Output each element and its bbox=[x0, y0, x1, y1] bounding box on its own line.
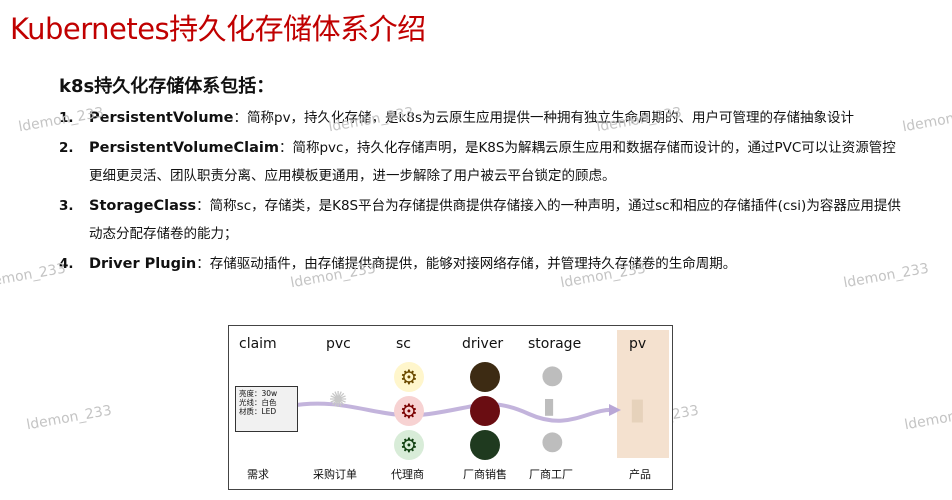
footer-label: 代理商 bbox=[391, 468, 424, 481]
item-description: ：简称sc，存储类，是K8S平台为存储提供商提供存储接入的一种声明，通过sc和相… bbox=[89, 198, 901, 242]
basket-icon bbox=[470, 362, 500, 392]
item-number: 1. bbox=[59, 110, 74, 126]
gear-icon: ⚙ bbox=[394, 430, 424, 460]
item-term: StorageClass bbox=[89, 198, 197, 214]
footer-label: 厂商销售 bbox=[463, 468, 507, 481]
header-pv: pv bbox=[629, 336, 647, 352]
list-item: 3. StorageClass：简称sc，存储类，是K8S平台为存储提供商提供存… bbox=[59, 192, 909, 248]
header-claim: claim bbox=[239, 336, 277, 352]
header-driver: driver bbox=[462, 336, 504, 352]
note-line: 亮度：30w bbox=[239, 389, 278, 398]
item-description: ：简称pv，持久化存储，是k8s为云原生应用提供一种拥有独立生命周期的、用户可管… bbox=[233, 110, 855, 126]
item-term: PersistentVolumeClaim bbox=[89, 140, 279, 156]
watermark: ldemon_233 bbox=[0, 260, 67, 292]
footer-label: 厂商工厂 bbox=[529, 468, 573, 481]
gear-icon: ⚙ bbox=[394, 362, 424, 392]
list-item: 1. PersistentVolume：简称pv，持久化存储，是k8s为云原生应… bbox=[59, 104, 909, 132]
item-term: PersistentVolume bbox=[89, 110, 234, 126]
header-pvc: pvc bbox=[326, 336, 351, 352]
section-heading: k8s持久化存储体系包括： bbox=[59, 76, 275, 97]
basket-icon bbox=[470, 396, 500, 426]
list-item: 4. Driver Plugin：存储驱动插件，由存储提供商提供，能够对接网络存… bbox=[59, 250, 909, 278]
light-bulb-icon: ● bbox=[541, 360, 564, 390]
header-sc: sc bbox=[396, 336, 411, 352]
light-bulb-icon: ▮ bbox=[543, 394, 556, 419]
basket-icon bbox=[470, 430, 500, 460]
header-storage: storage bbox=[528, 336, 582, 352]
footer-label: 需求 bbox=[247, 468, 269, 481]
note-line: 材质：LED bbox=[239, 407, 277, 416]
item-number: 2. bbox=[59, 140, 74, 156]
list-item: 2. PersistentVolumeClaim：简称pvc，持久化存储声明，是… bbox=[59, 134, 909, 190]
item-term: Driver Plugin bbox=[89, 256, 197, 272]
component-list: 1. PersistentVolume：简称pv，持久化存储，是k8s为云原生应… bbox=[59, 104, 909, 280]
item-number: 3. bbox=[59, 198, 74, 214]
footer-label: 采购订单 bbox=[313, 468, 357, 481]
storage-flow-diagram: claim pvc sc driver storage pv 亮度：30w 光线… bbox=[228, 325, 673, 490]
requirement-note: 亮度：30w 光线：白色 材质：LED bbox=[235, 386, 298, 432]
watermark: ldemon_233 bbox=[903, 402, 952, 434]
note-line: 光线：白色 bbox=[239, 398, 277, 407]
page-title: Kubernetes持久化存储体系介绍 bbox=[10, 12, 426, 46]
gear-icon: ⚙ bbox=[394, 396, 424, 426]
item-description: ：存储驱动插件，由存储提供商提供，能够对接网络存储，并管理持久存储卷的生命周期。 bbox=[196, 256, 737, 272]
footer-label: 产品 bbox=[629, 468, 651, 481]
light-bulb-icon: ✺ bbox=[329, 388, 348, 413]
watermark: ldemon_233 bbox=[25, 402, 113, 434]
light-bulb-icon: ▮ bbox=[629, 392, 646, 427]
item-number: 4. bbox=[59, 256, 74, 272]
light-bulb-icon: ● bbox=[541, 426, 564, 456]
